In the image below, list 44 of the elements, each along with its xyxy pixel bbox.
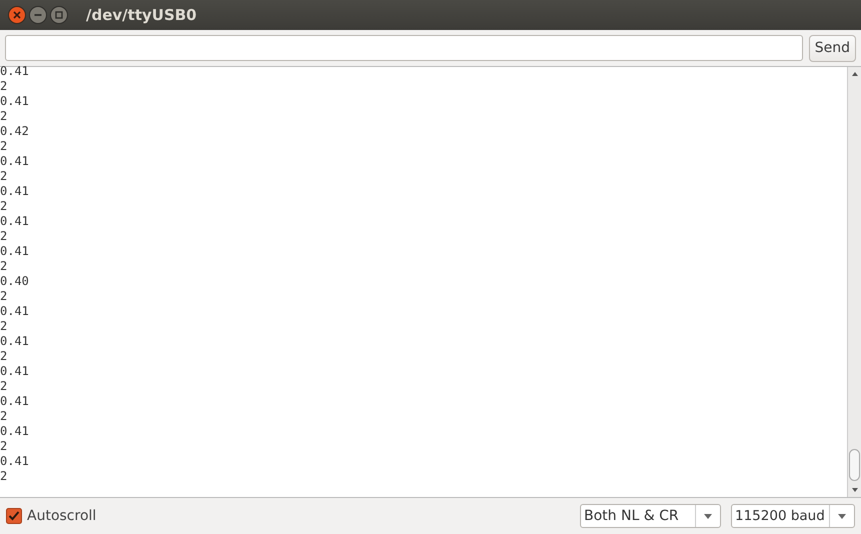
output-line: 0.41 [0,394,30,409]
output-line: 0.41 [0,64,30,79]
output-line: 2 [0,259,8,274]
output-line: 2 [0,319,8,334]
output-line: 0.41 [0,454,30,469]
output-line: 2 [0,109,8,124]
output-line: 2 [0,349,8,364]
output-line: 2 [0,409,8,424]
autoscroll-checkbox[interactable] [6,508,22,524]
output-line: 2 [0,199,8,214]
maximize-icon[interactable] [50,6,68,24]
output-line: 2 [0,169,8,184]
baud-rate-dropdown[interactable]: 115200 baud [731,504,855,528]
send-button[interactable]: Send [808,34,856,62]
output-line: 0.41 [0,364,30,379]
minimize-icon[interactable] [29,6,47,24]
output-line: 2 [0,229,8,244]
output-line: 2 [0,79,8,94]
input-field[interactable] [5,35,803,61]
output-line: 2 [0,439,8,454]
window-title: /dev/ttyUSB0 [86,6,197,24]
output-line: 0.41 [0,184,30,199]
output-line: 2 [0,289,8,304]
line-ending-dropdown[interactable]: Both NL & CR [580,504,721,528]
output-line: 2 [0,469,8,484]
output-line: 0.40 [0,274,30,289]
output-line: 0.42 [0,124,30,139]
output-line: 2 [0,139,8,154]
scroll-up-icon[interactable] [850,70,860,78]
scroll-down-icon[interactable] [850,486,860,494]
output-line: 0.41 [0,304,30,319]
output-line: 2 [0,379,8,394]
dropdown-arrow-icon [704,514,712,518]
output-line: 0.41 [0,94,30,109]
output-line: 0.41 [0,244,30,259]
output-line: 0.41 [0,334,30,349]
output-line: 0.41 [0,214,30,229]
output-line: 0.41 [0,424,30,439]
dropdown-arrow-icon [838,514,846,518]
close-icon[interactable] [8,6,26,24]
scrollbar[interactable] [847,67,861,497]
autoscroll-label: Autoscroll [27,508,96,524]
scroll-thumb[interactable] [849,449,860,481]
output-line: 0.41 [0,154,30,169]
